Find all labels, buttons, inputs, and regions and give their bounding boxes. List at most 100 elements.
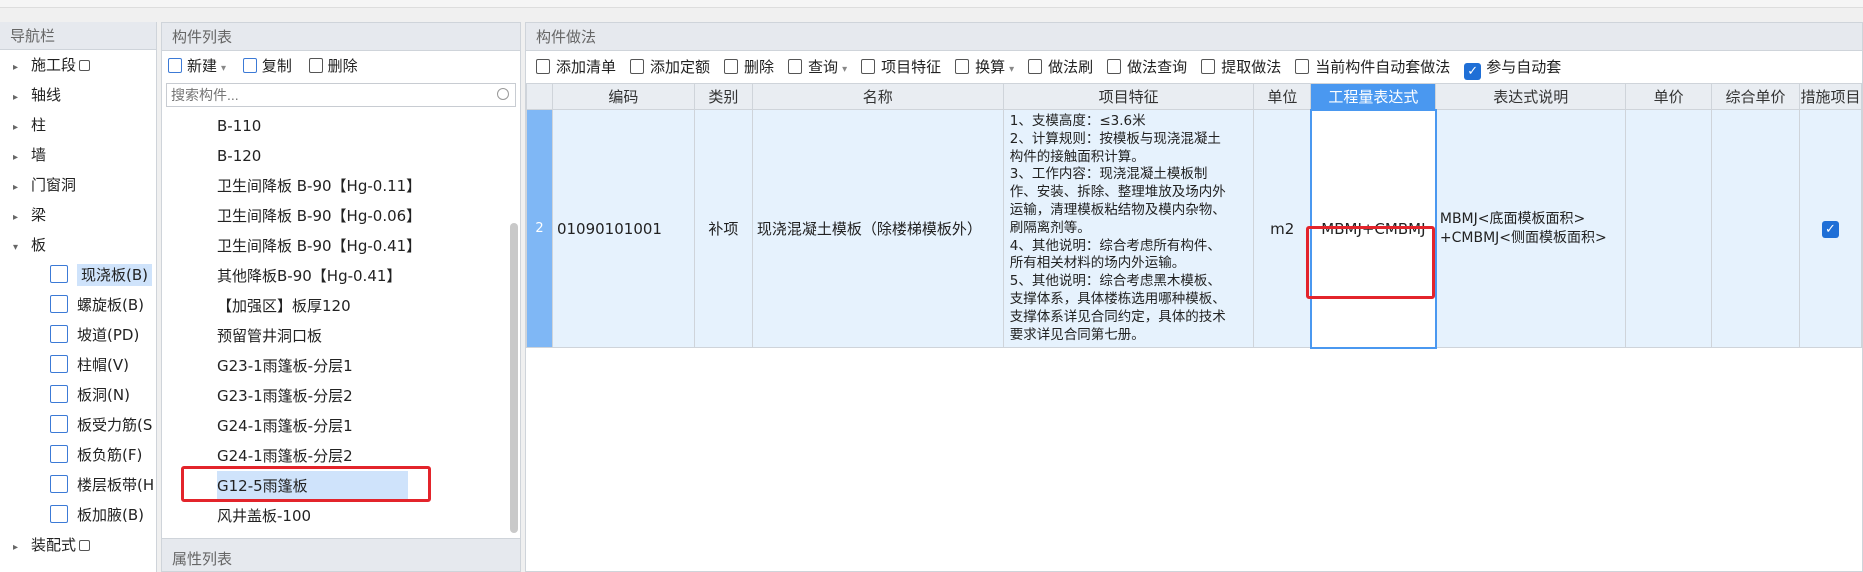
chevron-right-icon[interactable]: ▸ (13, 143, 23, 173)
component-item-label: 卫生间降板 B-90【Hg-0.06】 (217, 207, 422, 225)
column-header[interactable]: 措施项目 (1798, 83, 1862, 110)
cast-slab-icon (50, 265, 68, 283)
nav-sub-item[interactable]: 楼层板带(H (0, 470, 156, 500)
row-number[interactable]: 2 (526, 108, 553, 349)
chevron-down-icon[interactable]: ▾ (1009, 64, 1014, 75)
column-header[interactable]: 单价 (1625, 83, 1713, 110)
code-cell[interactable]: 01090101001 (551, 108, 695, 349)
nav-item-label: 施工段 (31, 56, 77, 74)
component-item-label: G24-1雨篷板-分层2 (217, 447, 353, 465)
component-list-item[interactable]: B-110 (162, 111, 520, 141)
delete-component-button[interactable]: 删除 (308, 51, 358, 81)
methods-toolbar-button[interactable]: 做法查询 (1107, 51, 1187, 83)
negative-rebar-icon (50, 445, 68, 463)
nav-sub-item[interactable]: 现浇板(B) (0, 260, 156, 290)
slab-haunch-icon (50, 505, 68, 523)
column-header[interactable]: 表达式说明 (1435, 83, 1627, 110)
nav-item-label: 板 (31, 236, 47, 254)
chevron-right-icon[interactable]: ▸ (13, 533, 23, 563)
nav-item-label: 门窗洞 (31, 176, 77, 194)
methods-toolbar-button[interactable]: 添加定额 (630, 51, 710, 83)
nav-sub-item[interactable]: 板洞(N) (0, 380, 156, 410)
search-icon[interactable] (497, 88, 509, 100)
nav-item[interactable]: ▾ 板 (0, 230, 156, 260)
component-list-item[interactable]: G23-1雨篷板-分层2 (162, 381, 520, 411)
nav-item[interactable]: ▸ 施工段 (0, 50, 156, 80)
nav-sub-item-label: 板受力筋(S (77, 416, 153, 434)
methods-toolbar-button[interactable]: 当前构件自动套做法 (1295, 51, 1450, 83)
methods-toolbar-button[interactable]: 提取做法 (1201, 51, 1281, 83)
column-header[interactable]: 编码 (551, 83, 695, 110)
trash-icon (308, 58, 323, 73)
methods-toolbar-button[interactable]: 换算 ▾ (955, 51, 1014, 86)
column-header[interactable]: 名称 (751, 83, 1004, 110)
nav-sub-item[interactable]: 柱帽(V) (0, 350, 156, 380)
expression-desc-cell[interactable]: MBMJ<底面模板面积> +CMBMJ<侧面模板面积> (1435, 108, 1627, 349)
methods-toolbar-label: 换算 (975, 58, 1006, 76)
category-cell[interactable]: 补项 (693, 108, 753, 349)
methods-toolbar-button[interactable]: 删除 (724, 51, 774, 83)
feature-cell[interactable]: 1、支模高度：≤3.6米 2、计算规则：按模板与现浇混凝土 构件的接触面积计算。 3、… (1002, 108, 1255, 349)
column-header[interactable]: 综合单价 (1711, 83, 1800, 110)
methods-toolbar-button[interactable]: 添加清单 (536, 51, 616, 83)
nav-sub-item[interactable]: 坡道(PD) (0, 320, 156, 350)
nav-item[interactable]: ▸ 装配式 (0, 530, 156, 560)
unit-price-cell[interactable] (1625, 108, 1713, 349)
methods-toolbar-button[interactable]: 项目特征 (861, 51, 941, 83)
table-row[interactable]: 2 01090101001 补项 现浇混凝土模板（除楼梯模板外） 1、支模高度：≤3.6… (526, 108, 1862, 349)
top-toolbar-strip (0, 0, 1863, 8)
component-list-item[interactable]: G23-1雨篷板-分层1 (162, 351, 520, 381)
component-list-scrollbar[interactable] (510, 223, 518, 533)
component-item-label: G23-1雨篷板-分层2 (217, 387, 353, 405)
component-list-item[interactable]: 卫生间降板 B-90【Hg-0.41】 (162, 231, 520, 261)
nav-item[interactable]: ▸ 门窗洞 (0, 170, 156, 200)
component-list-item[interactable]: 卫生间降板 B-90【Hg-0.11】 (162, 171, 520, 201)
navigation-panel: 导航栏 ▸ 施工段 ▸ 轴线 ▸ 柱 ▸ 墙 ▸ 门窗洞 ▸ 梁 ▾ 板现浇板(B) 螺旋板(B) 坡道(PD… (0, 22, 157, 572)
checkbox-checked-icon[interactable]: ✓ (1464, 63, 1482, 80)
nav-item[interactable]: ▸ 柱 (0, 110, 156, 140)
column-header[interactable]: 项目特征 (1002, 83, 1255, 110)
methods-toolbar-button[interactable]: ✓ 参与自动套 (1464, 51, 1561, 83)
component-search-input[interactable] (167, 84, 467, 106)
column-header[interactable]: 单位 (1253, 83, 1312, 110)
copy-component-button[interactable]: 复制 (242, 51, 292, 81)
nav-sub-item[interactable]: 板负筋(F) (0, 440, 156, 470)
nav-title: 导航栏 (0, 22, 156, 50)
component-methods-panel: 构件做法 添加清单 添加定额 删除 查询 ▾ 项目特征 换算 ▾ 做法刷 做法查询 提取做法 当前构件… (525, 22, 1863, 572)
chevron-down-icon[interactable]: ▾ (842, 64, 847, 75)
nav-sub-item[interactable]: 板加腋(B) (0, 500, 156, 530)
column-header[interactable]: 工程量表达式 (1310, 83, 1437, 110)
component-search-box[interactable] (166, 83, 516, 107)
unit-cell[interactable]: m2 (1253, 108, 1312, 349)
extract-method-icon (1201, 59, 1216, 74)
chevron-down-icon[interactable]: ▾ (13, 233, 23, 263)
component-list-item[interactable]: B-120 (162, 141, 520, 171)
composite-price-cell[interactable] (1711, 108, 1800, 349)
methods-toolbar-button[interactable]: 做法刷 (1028, 51, 1093, 83)
measure-item-cell[interactable]: ✓ (1798, 108, 1862, 349)
component-list-title: 构件列表 (162, 23, 520, 51)
component-list-item[interactable]: G24-1雨篷板-分层1 (162, 411, 520, 441)
component-list-item[interactable]: 卫生间降板 B-90【Hg-0.06】 (162, 201, 520, 231)
methods-toolbar-label: 参与自动套 (1486, 58, 1562, 76)
component-list-item[interactable]: 预留管井洞口板 (162, 321, 520, 351)
nav-item[interactable]: ▸ 墙 (0, 140, 156, 170)
checkbox-checked-icon[interactable]: ✓ (1821, 221, 1839, 239)
new-component-button[interactable]: 新建 ▾ (168, 51, 226, 84)
chevron-right-icon[interactable]: ▸ (13, 113, 23, 143)
component-list-item[interactable]: 风井盖板-100 (162, 501, 520, 531)
chevron-right-icon[interactable]: ▸ (13, 173, 23, 203)
component-list-item[interactable]: 【加强区】板厚120 (162, 291, 520, 321)
nav-sub-item[interactable]: 板受力筋(S (0, 410, 156, 440)
nav-item[interactable]: ▸ 梁 (0, 200, 156, 230)
chevron-down-icon[interactable]: ▾ (221, 63, 226, 74)
methods-toolbar-button[interactable]: 查询 ▾ (788, 51, 847, 86)
chevron-right-icon[interactable]: ▸ (13, 203, 23, 233)
name-cell[interactable]: 现浇混凝土模板（除楼梯模板外） (751, 108, 1004, 349)
nav-item[interactable]: ▸ 轴线 (0, 80, 156, 110)
column-header[interactable]: 类别 (693, 83, 753, 110)
chevron-right-icon[interactable]: ▸ (13, 83, 23, 113)
chevron-right-icon[interactable]: ▸ (13, 53, 23, 83)
component-list-item[interactable]: 其他降板B-90【Hg-0.41】 (162, 261, 520, 291)
nav-sub-item[interactable]: 螺旋板(B) (0, 290, 156, 320)
